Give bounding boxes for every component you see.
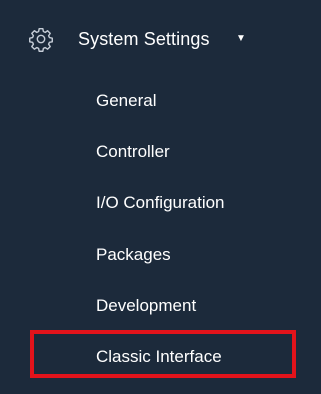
submenu-item-label: Classic Interface [96, 347, 222, 366]
submenu-item-label: Development [96, 296, 197, 315]
submenu-item-label: Packages [96, 245, 171, 264]
submenu-item-development[interactable]: Development [0, 285, 321, 327]
submenu-item-classic-interface[interactable]: Classic Interface [0, 336, 321, 378]
submenu-item-packages[interactable]: Packages [0, 234, 321, 276]
submenu-item-io-configuration[interactable]: I/O Configuration [0, 182, 321, 224]
submenu-item-controller[interactable]: Controller [0, 131, 321, 173]
caret-down-icon: ▼ [236, 33, 246, 44]
submenu-item-label: General [96, 91, 157, 110]
settings-menu-panel: System Settings ▼ General Controller I/O… [0, 0, 321, 394]
gear-icon [29, 28, 53, 52]
submenu-item-label: Controller [96, 142, 170, 161]
system-settings-menu-toggle[interactable]: System Settings ▼ [0, 18, 321, 60]
system-settings-label: System Settings [78, 29, 210, 49]
submenu-item-label: I/O Configuration [96, 193, 225, 212]
submenu-item-general[interactable]: General [0, 80, 321, 122]
